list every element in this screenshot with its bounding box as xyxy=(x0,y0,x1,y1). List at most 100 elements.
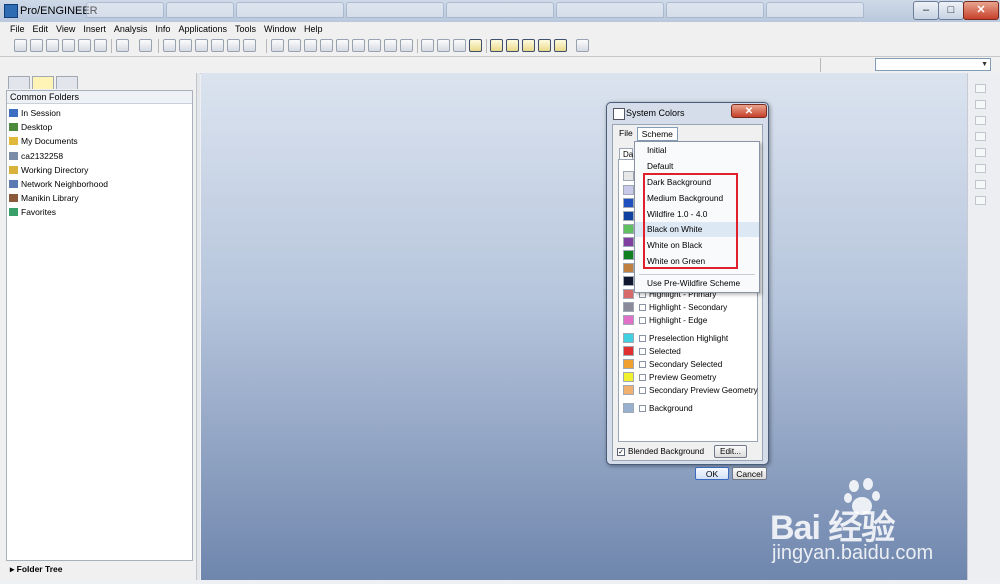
coordinate-systems-icon[interactable] xyxy=(538,39,551,52)
model-tree-icon[interactable] xyxy=(288,39,301,52)
paste-special-icon[interactable] xyxy=(211,39,224,52)
coordinate-system-tool-icon[interactable] xyxy=(975,164,986,173)
datum-curve-tool-icon[interactable] xyxy=(975,116,986,125)
folder-in-session[interactable]: In Session xyxy=(9,106,108,120)
color-swatch[interactable] xyxy=(623,372,634,382)
scheme-default[interactable]: Default xyxy=(635,159,759,174)
blended-background-option[interactable]: ✓ Blended Background xyxy=(617,447,704,456)
folder-computer[interactable]: ca2132258 xyxy=(9,149,108,163)
selection-filter-dropdown[interactable]: ▼ xyxy=(875,58,991,71)
context-help-icon[interactable] xyxy=(576,39,589,52)
menu-applications[interactable]: Applications xyxy=(174,22,231,36)
color-swatch[interactable] xyxy=(623,171,634,181)
color-swatch[interactable] xyxy=(623,403,634,413)
sketch-tool-icon[interactable] xyxy=(975,132,986,141)
model-tree-tab[interactable] xyxy=(8,76,30,89)
zoom-in-icon[interactable] xyxy=(320,39,333,52)
folder-desktop[interactable]: Desktop xyxy=(9,120,108,134)
selection-box-icon[interactable] xyxy=(243,39,256,52)
menu-insert[interactable]: Insert xyxy=(79,22,110,36)
ok-button[interactable]: OK xyxy=(695,467,729,480)
datum-points-icon[interactable] xyxy=(522,39,535,52)
redo-icon[interactable] xyxy=(139,39,152,52)
color-swatch[interactable] xyxy=(623,185,634,195)
folder-browser-tab[interactable] xyxy=(32,76,54,89)
row-checkbox[interactable] xyxy=(639,334,646,342)
reorient-icon[interactable] xyxy=(368,39,381,52)
color-swatch[interactable] xyxy=(623,289,634,299)
repaint-icon[interactable] xyxy=(304,39,317,52)
color-swatch[interactable] xyxy=(623,346,634,356)
row-checkbox[interactable] xyxy=(639,347,646,355)
folder-network-neighborhood[interactable]: Network Neighborhood xyxy=(9,177,108,191)
find-icon[interactable] xyxy=(227,39,240,52)
color-swatch[interactable] xyxy=(623,385,634,395)
edit-background-button[interactable]: Edit... xyxy=(714,445,747,458)
layers-icon[interactable] xyxy=(400,39,413,52)
folder-my-documents[interactable]: My Documents xyxy=(9,134,108,148)
color-swatch[interactable] xyxy=(623,315,634,325)
row-checkbox[interactable] xyxy=(639,404,646,412)
analysis-tool-icon[interactable] xyxy=(975,180,986,189)
maximize-button[interactable]: □ xyxy=(938,1,964,20)
row-checkbox[interactable] xyxy=(639,360,646,368)
new-file-icon[interactable] xyxy=(14,39,27,52)
dialog-menu-file[interactable]: File xyxy=(615,127,637,141)
color-swatch[interactable] xyxy=(623,250,634,260)
row-checkbox[interactable] xyxy=(639,373,646,381)
datum-axes-icon[interactable] xyxy=(506,39,519,52)
datum-axis-tool-icon[interactable] xyxy=(975,100,986,109)
menu-view[interactable]: View xyxy=(52,22,79,36)
color-swatch[interactable] xyxy=(623,302,634,312)
color-row-selected[interactable]: Selected xyxy=(623,345,681,357)
cancel-button[interactable]: Cancel xyxy=(732,467,767,480)
dialog-menu-scheme[interactable]: Scheme xyxy=(636,127,678,141)
row-checkbox[interactable] xyxy=(639,316,646,324)
color-swatch[interactable] xyxy=(623,224,634,234)
datum-plane-tool-icon[interactable] xyxy=(975,84,986,93)
color-row-background[interactable]: Background xyxy=(623,402,693,414)
color-swatch[interactable] xyxy=(623,211,634,221)
datum-planes-icon[interactable] xyxy=(490,39,503,52)
undo-icon[interactable] xyxy=(116,39,129,52)
blended-background-checkbox[interactable]: ✓ xyxy=(617,447,625,456)
menu-info[interactable]: Info xyxy=(151,22,174,36)
menu-analysis[interactable]: Analysis xyxy=(110,22,152,36)
saved-views-icon[interactable] xyxy=(384,39,397,52)
menu-tools[interactable]: Tools xyxy=(231,22,260,36)
menu-edit[interactable]: Edit xyxy=(29,22,53,36)
datum-point-tool-icon[interactable] xyxy=(975,148,986,157)
shading-icon[interactable] xyxy=(469,39,482,52)
menu-window[interactable]: Window xyxy=(260,22,300,36)
folder-working-directory[interactable]: Working Directory xyxy=(9,163,108,177)
folder-manikin-library[interactable]: Manikin Library xyxy=(9,191,108,205)
cut-icon[interactable] xyxy=(163,39,176,52)
color-swatch[interactable] xyxy=(623,198,634,208)
row-checkbox[interactable] xyxy=(639,303,646,311)
row-checkbox[interactable] xyxy=(639,386,646,394)
navigator-splitter[interactable] xyxy=(196,73,200,580)
open-file-icon[interactable] xyxy=(30,39,43,52)
email-link-icon[interactable] xyxy=(94,39,107,52)
minimize-button[interactable]: – xyxy=(913,1,939,20)
color-row-secondary-preview-geometry[interactable]: Secondary Preview Geometry xyxy=(623,384,758,396)
color-row-secondary-selected[interactable]: Secondary Selected xyxy=(623,358,722,370)
color-swatch[interactable] xyxy=(623,276,634,286)
color-row-highlight-secondary[interactable]: Highlight - Secondary xyxy=(623,301,727,313)
dialog-close-button[interactable]: ✕ xyxy=(731,104,767,118)
save-icon[interactable] xyxy=(46,39,59,52)
color-row-highlight-edge[interactable]: Highlight - Edge xyxy=(623,314,707,326)
email-icon[interactable] xyxy=(78,39,91,52)
no-hidden-icon[interactable] xyxy=(453,39,466,52)
menu-file[interactable]: File xyxy=(6,22,29,36)
close-window-button[interactable]: ✕ xyxy=(963,1,999,20)
regenerate-icon[interactable] xyxy=(271,39,284,52)
annotations-icon[interactable] xyxy=(554,39,567,52)
refit-icon[interactable] xyxy=(352,39,365,52)
color-row-preview-geometry[interactable]: Preview Geometry xyxy=(623,371,716,383)
color-row-preselection-highlight[interactable]: Preselection Highlight xyxy=(623,332,728,344)
paste-icon[interactable] xyxy=(195,39,208,52)
dialog-tab-datum[interactable]: Da xyxy=(619,148,633,159)
folder-favorites[interactable]: Favorites xyxy=(9,205,108,219)
edit-tool-icon[interactable] xyxy=(975,196,986,205)
